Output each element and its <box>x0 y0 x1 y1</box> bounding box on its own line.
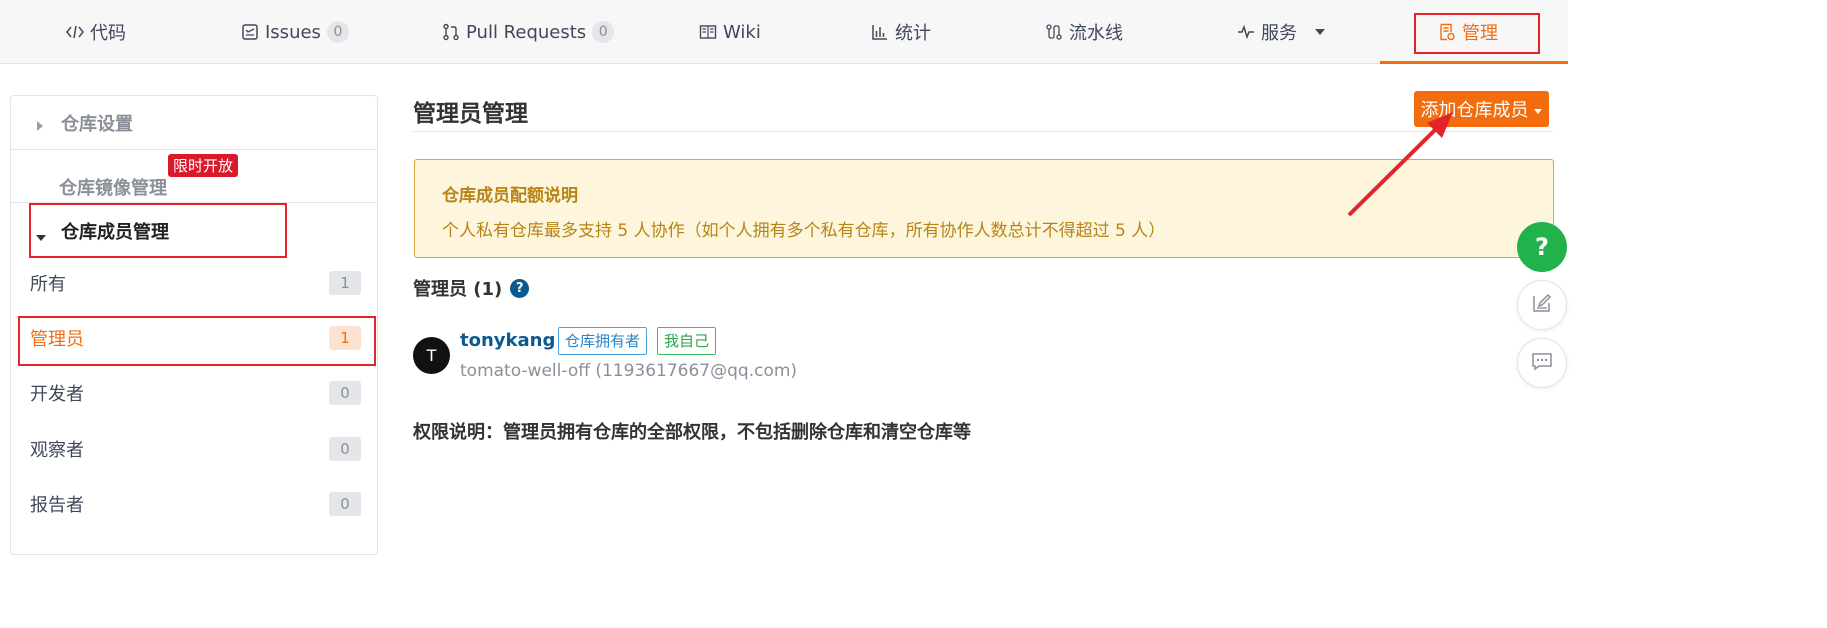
caret-down-icon <box>35 226 47 247</box>
tab-statistics[interactable]: 统计 <box>871 0 931 64</box>
notice-title: 仓库成员配额说明 <box>442 186 578 206</box>
sidebar-item-reporters[interactable]: 报告者 0 <box>11 477 377 531</box>
tab-code-label: 代码 <box>90 23 126 44</box>
tab-manage-label: 管理 <box>1462 23 1498 44</box>
settings-sidebar: 仓库设置 仓库镜像管理 限时开放 仓库成员管理 所有 1 管理员 1 开发者 0… <box>10 95 378 555</box>
help-float-button[interactable]: ? <box>1517 222 1567 272</box>
edit-feedback-button[interactable] <box>1517 280 1567 330</box>
sidebar-item-count: 0 <box>329 492 361 516</box>
code-icon <box>66 23 84 41</box>
bar-chart-icon <box>871 23 889 41</box>
help-float-label: ? <box>1535 233 1549 261</box>
chevron-down-icon <box>1311 23 1329 41</box>
chevron-down-icon <box>1533 99 1543 120</box>
tab-pull-requests[interactable]: Pull Requests 0 <box>442 0 615 64</box>
pull-request-icon <box>442 23 460 41</box>
sidebar-item-all[interactable]: 所有 1 <box>11 256 377 310</box>
tab-wiki[interactable]: Wiki <box>699 0 761 64</box>
sidebar-repo-settings[interactable]: 仓库设置 <box>11 96 377 149</box>
avatar-letter: T <box>426 346 437 365</box>
add-member-button-label: 添加仓库成员 <box>1420 100 1529 121</box>
caret-right-icon <box>36 116 44 137</box>
sidebar-item-count: 0 <box>329 437 361 461</box>
quota-notice: 仓库成员配额说明 个人私有仓库最多支持 5 人协作（如个人拥有多个私有仓库，所有… <box>414 159 1554 258</box>
sidebar-repo-settings-label: 仓库设置 <box>61 113 133 135</box>
sidebar-members-header-label: 仓库成员管理 <box>61 222 169 243</box>
issues-icon <box>241 23 259 41</box>
tab-issues-label: Issues <box>265 21 321 43</box>
sidebar-item-admins[interactable]: 管理员 1 <box>11 311 377 365</box>
member-username[interactable]: tonykang <box>460 330 555 351</box>
tab-services-label: 服务 <box>1261 23 1297 44</box>
sidebar-item-count: 1 <box>329 271 361 295</box>
sidebar-members-header[interactable]: 仓库成员管理 <box>11 203 377 259</box>
sidebar-item-label: 开发者 <box>30 384 84 405</box>
edit-icon <box>1531 292 1553 318</box>
limited-time-badge: 限时开放 <box>168 154 239 177</box>
manage-doc-icon <box>1438 23 1456 41</box>
sidebar-repo-mirror-label: 仓库镜像管理 <box>59 178 167 199</box>
help-circle-icon[interactable]: ? <box>510 278 530 298</box>
sidebar-item-developers[interactable]: 开发者 0 <box>11 366 377 420</box>
notice-text: 个人私有仓库最多支持 5 人协作（如个人拥有多个私有仓库，所有协作人数总计不得超… <box>442 221 1166 241</box>
book-icon <box>699 23 717 41</box>
pulse-icon <box>1237 23 1255 41</box>
chat-button[interactable] <box>1517 338 1567 388</box>
tab-wiki-label: Wiki <box>723 21 761 43</box>
title-divider <box>413 131 1553 132</box>
sidebar-item-observers[interactable]: 观察者 0 <box>11 422 377 476</box>
sidebar-item-label: 所有 <box>30 274 66 295</box>
tab-code[interactable]: 代码 <box>66 0 126 64</box>
sidebar-item-count: 0 <box>329 381 361 405</box>
sidebar-item-count: 1 <box>329 326 361 350</box>
sidebar-repo-mirror[interactable]: 仓库镜像管理 限时开放 <box>11 150 377 202</box>
sidebar-item-label: 管理员 <box>30 329 84 350</box>
tab-statistics-label: 统计 <box>895 23 931 44</box>
pipeline-icon <box>1045 23 1063 41</box>
avatar[interactable]: T <box>413 337 450 374</box>
admins-section-heading: 管理员 (1) ? <box>413 275 530 301</box>
tab-pipeline[interactable]: 流水线 <box>1045 0 1123 64</box>
active-tab-indicator <box>1380 61 1568 64</box>
chat-icon <box>1531 350 1553 376</box>
owner-tag: 仓库拥有者 <box>558 327 648 355</box>
tab-issues[interactable]: Issues 0 <box>241 0 349 64</box>
admins-heading-label: 管理员 (1) <box>413 279 503 300</box>
issues-count-badge: 0 <box>326 21 349 43</box>
permission-note: 权限说明：管理员拥有仓库的全部权限，不包括删除仓库和清空仓库等 <box>413 422 971 443</box>
page-title: 管理员管理 <box>413 101 528 127</box>
repo-tab-bar: 代码 Issues 0 Pull Requests 0 Wiki 统计 流水线 <box>0 0 1568 64</box>
member-email: tomato-well-off (1193617667@qq.com) <box>460 361 798 381</box>
tab-services[interactable]: 服务 <box>1237 0 1329 64</box>
tab-manage[interactable]: 管理 <box>1438 0 1498 64</box>
self-tag: 我自己 <box>657 327 717 355</box>
tab-pipeline-label: 流水线 <box>1069 23 1123 44</box>
pull-requests-count-badge: 0 <box>592 21 615 43</box>
tab-pull-requests-label: Pull Requests <box>466 21 587 43</box>
sidebar-item-label: 报告者 <box>30 495 84 516</box>
sidebar-item-label: 观察者 <box>30 440 84 461</box>
add-member-button[interactable]: 添加仓库成员 <box>1414 91 1549 127</box>
